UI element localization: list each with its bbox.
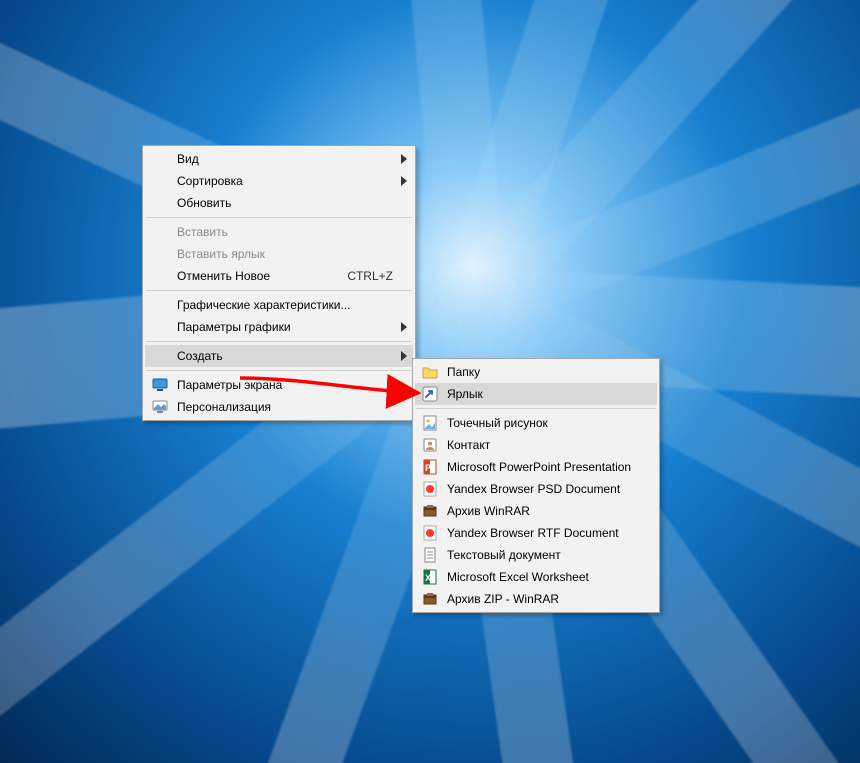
submenu-item-bitmap[interactable]: Точечный рисунок <box>415 412 657 434</box>
menu-item-sort[interactable]: Сортировка <box>145 170 413 192</box>
menu-separator <box>416 408 656 409</box>
submenu-item-text[interactable]: Текстовый документ <box>415 544 657 566</box>
menu-item-undo[interactable]: Отменить Новое CTRL+Z <box>145 265 413 287</box>
menu-item-label: Параметры графики <box>177 320 393 334</box>
winrar-icon <box>419 503 441 519</box>
winrar-zip-icon <box>419 591 441 607</box>
blank-icon <box>149 319 171 335</box>
personalize-icon <box>149 399 171 415</box>
menu-item-graphics-properties[interactable]: Графические характеристики... <box>145 294 413 316</box>
menu-item-label: Графические характеристики... <box>177 298 393 312</box>
blank-icon <box>149 224 171 240</box>
menu-item-view[interactable]: Вид <box>145 148 413 170</box>
desktop-context-menu: Вид Сортировка Обновить Вставить Вставит… <box>142 145 416 421</box>
menu-item-new[interactable]: Создать <box>145 345 413 367</box>
menu-item-label: Точечный рисунок <box>447 416 651 430</box>
svg-text:P: P <box>425 463 431 473</box>
yandex-psd-icon <box>419 481 441 497</box>
submenu-item-powerpoint[interactable]: P Microsoft PowerPoint Presentation <box>415 456 657 478</box>
menu-item-label: Текстовый документ <box>447 548 651 562</box>
menu-item-label: Вставить <box>177 225 393 239</box>
menu-item-label: Сортировка <box>177 174 393 188</box>
shortcut-icon <box>419 386 441 402</box>
menu-item-label: Контакт <box>447 438 651 452</box>
powerpoint-icon: P <box>419 459 441 475</box>
yandex-rtf-icon <box>419 525 441 541</box>
menu-item-label: Yandex Browser RTF Document <box>447 526 651 540</box>
menu-item-label: Отменить Новое <box>177 269 323 283</box>
blank-icon <box>149 348 171 364</box>
submenu-item-folder[interactable]: Папку <box>415 361 657 383</box>
folder-icon <box>419 364 441 380</box>
menu-item-display-settings[interactable]: Параметры экрана <box>145 374 413 396</box>
menu-item-label: Ярлык <box>447 387 651 401</box>
submenu-item-excel[interactable]: X Microsoft Excel Worksheet <box>415 566 657 588</box>
blank-icon <box>149 195 171 211</box>
menu-item-label: Архив WinRAR <box>447 504 651 518</box>
menu-separator <box>146 290 412 291</box>
blank-icon <box>149 297 171 313</box>
submenu-arrow-icon <box>393 322 407 332</box>
menu-item-label: Обновить <box>177 196 393 210</box>
menu-item-personalize[interactable]: Персонализация <box>145 396 413 418</box>
menu-item-label: Microsoft PowerPoint Presentation <box>447 460 651 474</box>
submenu-item-psd[interactable]: Yandex Browser PSD Document <box>415 478 657 500</box>
menu-item-label: Yandex Browser PSD Document <box>447 482 651 496</box>
menu-separator <box>146 370 412 371</box>
submenu-arrow-icon <box>393 154 407 164</box>
menu-item-label: Персонализация <box>177 400 393 414</box>
text-document-icon <box>419 547 441 563</box>
new-submenu: Папку Ярлык Точечный рисунок <box>412 358 660 613</box>
blank-icon <box>149 173 171 189</box>
menu-item-refresh[interactable]: Обновить <box>145 192 413 214</box>
menu-item-graphics-options[interactable]: Параметры графики <box>145 316 413 338</box>
menu-item-label: Microsoft Excel Worksheet <box>447 570 651 584</box>
bitmap-icon <box>419 415 441 431</box>
menu-item-paste: Вставить <box>145 221 413 243</box>
blank-icon <box>149 268 171 284</box>
menu-item-accelerator: CTRL+Z <box>323 269 393 283</box>
menu-item-label: Создать <box>177 349 393 363</box>
submenu-item-shortcut[interactable]: Ярлык <box>415 383 657 405</box>
menu-separator <box>146 341 412 342</box>
submenu-item-zip[interactable]: Архив ZIP - WinRAR <box>415 588 657 610</box>
submenu-item-rar[interactable]: Архив WinRAR <box>415 500 657 522</box>
menu-item-label: Вид <box>177 152 393 166</box>
submenu-item-rtf[interactable]: Yandex Browser RTF Document <box>415 522 657 544</box>
blank-icon <box>149 246 171 262</box>
contact-icon <box>419 437 441 453</box>
menu-separator <box>146 217 412 218</box>
submenu-arrow-icon <box>393 351 407 361</box>
blank-icon <box>149 151 171 167</box>
menu-item-label: Архив ZIP - WinRAR <box>447 592 651 606</box>
menu-item-label: Вставить ярлык <box>177 247 393 261</box>
menu-item-paste-shortcut: Вставить ярлык <box>145 243 413 265</box>
menu-item-label: Папку <box>447 365 651 379</box>
menu-item-label: Параметры экрана <box>177 378 393 392</box>
svg-text:X: X <box>425 573 431 583</box>
submenu-item-contact[interactable]: Контакт <box>415 434 657 456</box>
display-settings-icon <box>149 377 171 393</box>
submenu-arrow-icon <box>393 176 407 186</box>
excel-icon: X <box>419 569 441 585</box>
